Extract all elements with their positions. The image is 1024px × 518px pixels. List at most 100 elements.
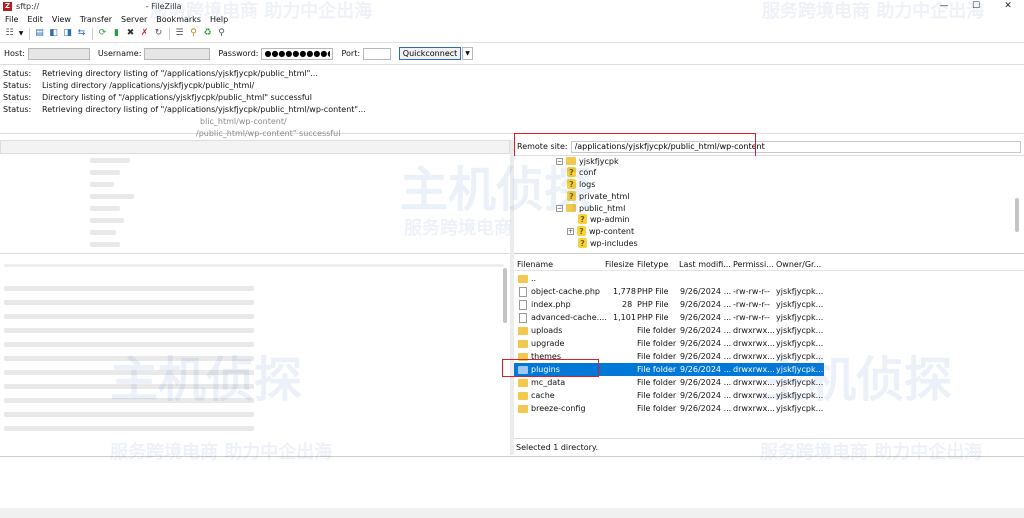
remote-status-bar: Selected 1 directory. (514, 438, 1024, 455)
local-tree-icon[interactable]: ◧ (47, 27, 60, 40)
expand-icon[interactable]: + (567, 227, 574, 235)
menu-edit[interactable]: Edit (27, 15, 43, 24)
log-row: Status: Listing directory /applications/… (3, 80, 255, 90)
search-icon[interactable]: ⚲ (215, 27, 228, 40)
tree-node[interactable]: ? conf (567, 166, 596, 178)
window-title: sftp:// - FileZilla (16, 2, 182, 11)
unknown-folder-icon: ? (578, 238, 587, 248)
title-bar: Z sftp:// - FileZilla — ☐ ✕ (0, 0, 1024, 13)
column-permissions[interactable]: Permissi... (733, 260, 774, 269)
folder-icon (518, 392, 528, 400)
dropdown-icon[interactable]: ▼ (17, 27, 25, 40)
column-filename[interactable]: Filename (517, 260, 553, 269)
toolbar-separator (29, 27, 30, 40)
port-input[interactable] (363, 47, 392, 60)
table-row[interactable]: upgrade File folder 9/26/2024 ... drwxrw… (514, 337, 824, 350)
column-filesize[interactable]: Filesize (605, 260, 634, 269)
password-input[interactable] (261, 47, 334, 60)
php-file-icon (519, 300, 527, 310)
unknown-folder-icon: ? (567, 167, 576, 177)
filezilla-logo-icon: Z (3, 2, 12, 11)
file-row-parent[interactable]: .. (514, 272, 824, 285)
column-last-modified[interactable]: Last modifi... (679, 260, 731, 269)
plugins-highlight (502, 359, 599, 377)
table-row[interactable]: advanced-cache.... 1,101 PHP File 9/26/2… (514, 311, 824, 324)
disconnect-icon[interactable]: ✗ (138, 27, 151, 40)
tree-node[interactable]: ? wp-includes (578, 237, 638, 249)
folder-icon (518, 327, 528, 335)
password-label: Password: (218, 49, 259, 58)
table-row[interactable]: mc_data File folder 9/26/2024 ... drwxrw… (514, 376, 824, 389)
minimize-button[interactable]: — (928, 0, 960, 13)
username-input[interactable] (144, 47, 211, 60)
tree-node[interactable]: ? wp-admin (578, 213, 630, 225)
remote-tree-icon[interactable]: ◨ (61, 27, 74, 40)
close-button[interactable]: ✕ (992, 0, 1024, 13)
folder-icon (518, 340, 528, 348)
cancel-icon[interactable]: ✖ (124, 27, 137, 40)
local-list-scrollbar[interactable] (503, 268, 507, 323)
reconnect-icon[interactable]: ↻ (152, 27, 165, 40)
php-file-icon (519, 287, 527, 297)
transfer-queue-icon[interactable]: ⇆ (75, 27, 88, 40)
process-queue-icon[interactable]: ▮ (110, 27, 123, 40)
unknown-folder-icon: ? (578, 214, 587, 224)
tree-node[interactable]: ? private_html (567, 190, 630, 202)
quickconnect-button[interactable]: Quickconnect (399, 47, 462, 60)
maximize-button[interactable]: ☐ (960, 0, 992, 13)
table-row[interactable]: cache File folder 9/26/2024 ... drwxrwx.… (514, 389, 824, 402)
log-row: blic_html/wp-content/ (200, 116, 287, 126)
host-input[interactable] (27, 47, 90, 60)
php-file-icon (519, 313, 527, 323)
collapse-icon[interactable]: − (556, 157, 563, 165)
unknown-folder-icon: ? (567, 191, 576, 201)
local-site-bar[interactable] (0, 140, 510, 154)
collapse-icon[interactable]: − (556, 204, 563, 212)
menu-file[interactable]: File (5, 15, 18, 24)
quickconnect-bar: Host: Username: Password: Port: Quickcon… (0, 45, 1024, 62)
username-label: Username: (97, 49, 142, 58)
toolbar-separator (92, 27, 93, 40)
queue-tabs[interactable] (0, 508, 1024, 518)
table-row[interactable]: object-cache.php 1,778 PHP File 9/26/202… (514, 285, 824, 298)
remote-file-list[interactable]: Filename Filesize Filetype Last modifi..… (514, 257, 1024, 438)
folder-icon (566, 204, 576, 212)
menu-help[interactable]: Help (210, 15, 228, 24)
host-label: Host: (4, 49, 25, 58)
menu-view[interactable]: View (52, 15, 71, 24)
column-owner-group[interactable]: Owner/Gr... (776, 260, 821, 269)
port-label: Port: (341, 49, 361, 58)
unknown-folder-icon: ? (567, 179, 576, 189)
tree-node[interactable]: ? logs (567, 178, 595, 190)
table-row[interactable]: uploads File folder 9/26/2024 ... drwxrw… (514, 324, 824, 337)
toolbar-separator (169, 27, 170, 40)
site-manager-icon[interactable]: ☷ (3, 27, 16, 40)
log-row: Status: Retrieving directory listing of … (3, 104, 366, 114)
sync-browse-icon[interactable]: ♻ (201, 27, 214, 40)
parent-folder-icon (518, 275, 528, 283)
unknown-folder-icon: ? (577, 226, 586, 236)
menu-bar: File Edit View Transfer Server Bookmarks… (0, 13, 1024, 25)
message-log[interactable]: Status: Retrieving directory listing of … (0, 64, 1024, 138)
menu-bookmarks[interactable]: Bookmarks (156, 15, 201, 24)
column-filetype[interactable]: Filetype (637, 260, 668, 269)
remote-tree-scrollbar[interactable] (1015, 198, 1019, 232)
filter-icon[interactable]: ☰ (173, 27, 186, 40)
table-row[interactable]: breeze-config File folder 9/26/2024 ... … (514, 402, 824, 415)
toolbar: ☷ ▼ ▤ ◧ ◨ ⇆ ⟳ ▮ ✖ ✗ ↻ ☰ ⚲ ♻ ⚲ (0, 25, 1024, 43)
menu-server[interactable]: Server (121, 15, 147, 24)
tree-node[interactable]: + ? wp-content (567, 225, 634, 237)
compare-icon[interactable]: ⚲ (187, 27, 200, 40)
log-row: Status: Directory listing of "/applicati… (3, 92, 312, 102)
local-file-list[interactable] (0, 256, 510, 451)
transfer-queue[interactable] (0, 456, 1024, 508)
quickconnect-dropdown-icon[interactable]: ▼ (462, 47, 474, 60)
menu-transfer[interactable]: Transfer (80, 15, 112, 24)
message-log-icon[interactable]: ▤ (33, 27, 46, 40)
folder-icon (518, 379, 528, 387)
table-row[interactable]: index.php 28 PHP File 9/26/2024 ... -rw-… (514, 298, 824, 311)
remote-directory-tree[interactable]: − yjskfjycpk ? conf ? logs ? private_htm… (514, 156, 1024, 254)
local-directory-tree[interactable] (0, 154, 510, 254)
log-row: Status: Retrieving directory listing of … (3, 68, 318, 78)
refresh-icon[interactable]: ⟳ (96, 27, 109, 40)
